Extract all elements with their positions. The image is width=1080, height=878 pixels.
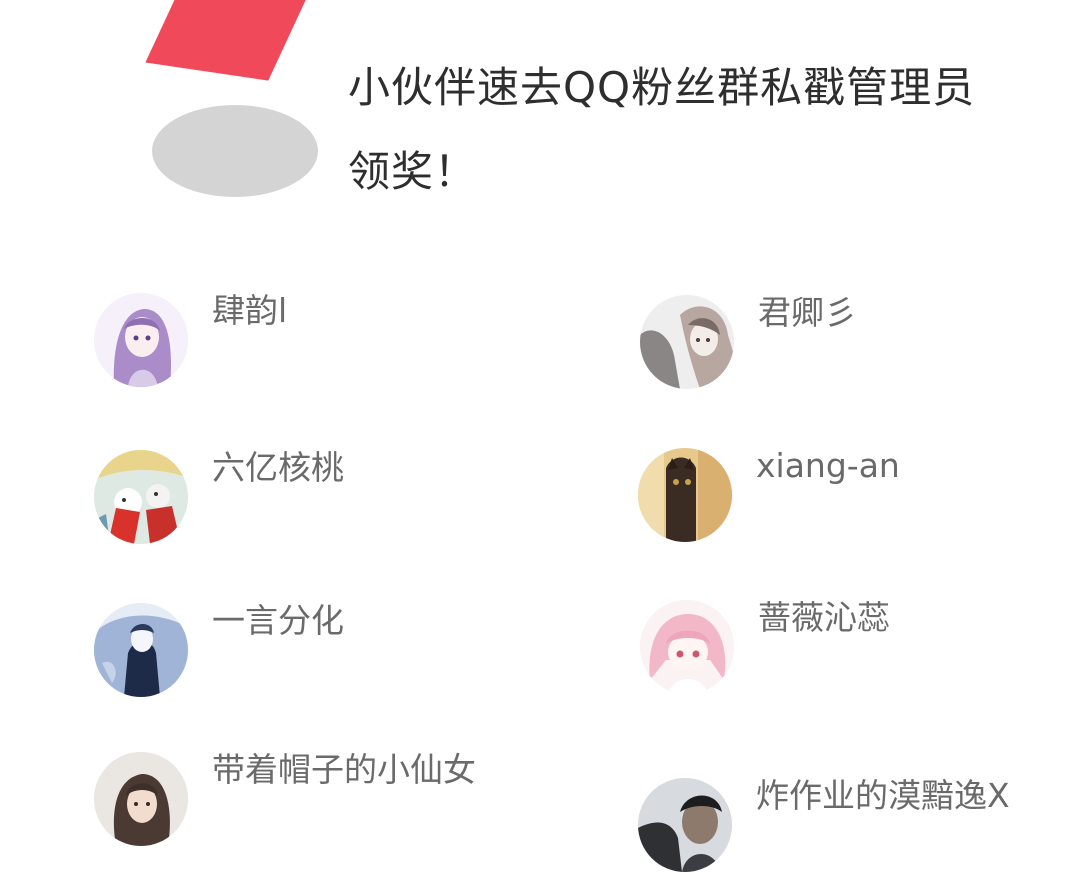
cartoon-red-character-avatar-icon <box>94 450 188 544</box>
notice-line-1: 小伙伴速去QQ粉丝群私戳管理员 <box>348 63 976 112</box>
notice-line-2: 领奖！ <box>348 147 478 196</box>
winner-item[interactable]: 一言分化 <box>94 601 534 703</box>
gray-decoration-ellipse <box>152 105 318 197</box>
winner-item[interactable]: 炸作业的漠黯逸X <box>638 776 1078 878</box>
pink-hair-chibi-avatar-icon <box>640 600 734 694</box>
red-decoration-shape <box>145 0 311 81</box>
winner-item[interactable]: 君卿彡 <box>640 293 1080 395</box>
winner-item[interactable]: 肆韵l <box>94 291 534 393</box>
prize-notice: . 小伙伴速去QQ粉丝群私戳管理员 领奖！ <box>348 0 1048 214</box>
winner-name: 蔷薇沁蕊 <box>758 598 890 637</box>
winner-name: 炸作业的漠黯逸X <box>756 776 1010 815</box>
winner-name: 一言分化 <box>212 601 344 640</box>
dark-photo-avatar-icon <box>638 778 732 872</box>
blue-sketch-avatar-icon <box>94 603 188 697</box>
winner-name: 肆韵l <box>212 291 288 330</box>
winner-item[interactable]: 带着帽子的小仙女 <box>94 750 534 852</box>
winner-item[interactable]: xiang-an <box>638 446 1078 548</box>
girl-photo-avatar-icon <box>94 752 188 846</box>
winner-item[interactable]: 蔷薇沁蕊 <box>640 598 1080 700</box>
winner-item[interactable]: 六亿核桃 <box>94 448 534 550</box>
winner-name: 六亿核桃 <box>212 448 344 487</box>
anime-girl-purple-avatar-icon <box>94 293 188 387</box>
anime-couple-sketch-avatar-icon <box>640 295 734 389</box>
winner-name: 带着帽子的小仙女 <box>212 750 476 789</box>
winner-name: 君卿彡 <box>758 293 857 332</box>
cat-peeking-avatar-icon <box>638 448 732 542</box>
winner-name: xiang-an <box>756 446 900 485</box>
